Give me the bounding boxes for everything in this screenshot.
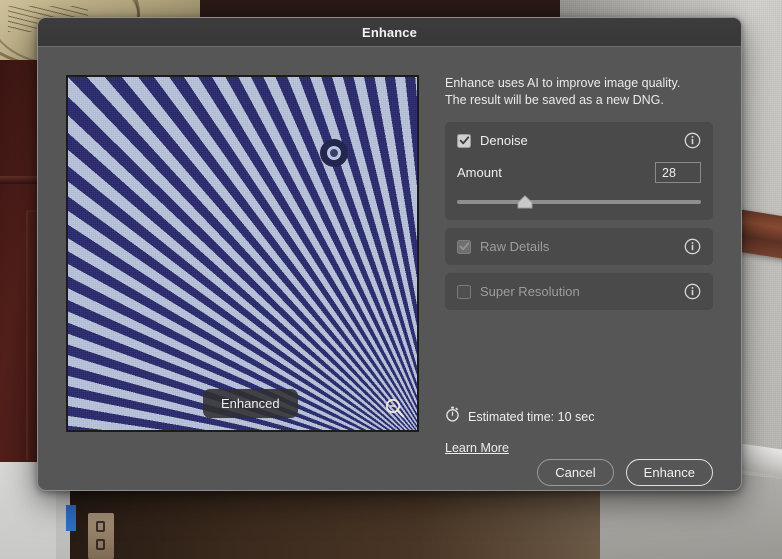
denoise-info-icon[interactable] [684,132,701,149]
denoise-checkbox[interactable] [457,133,471,148]
magnifier-minus-icon[interactable] [383,396,407,420]
amount-slider-track [457,200,701,205]
learn-more-link[interactable]: Learn More [445,441,509,455]
denoise-row: Denoise [457,132,701,149]
raw-details-label: Raw Details [480,239,550,255]
super-resolution-row: Super Resolution [457,283,701,300]
estimated-time-text: Estimated time: 10 sec [468,409,595,424]
amount-slider-thumb[interactable] [517,195,533,209]
dialog-title: Enhance [362,24,417,40]
options-panel: Enhance uses AI to improve image quality… [419,75,713,490]
stopwatch-icon [445,406,460,427]
option-card-denoise: Denoise Amount 28 [445,122,713,221]
enhanced-badge: Enhanced [203,389,298,418]
dialog-button-row: Cancel Enhance [445,459,713,490]
estimated-time-row: Estimated time: 10 sec [445,406,713,427]
option-card-raw-details: Raw Details [445,228,713,266]
preview-noise-texture [68,77,417,430]
super-resolution-info-icon[interactable] [684,283,701,300]
background-blue-marker [66,505,76,531]
raw-details-checkbox [457,239,471,254]
amount-row: Amount 28 [457,162,701,184]
image-preview[interactable]: Enhanced [66,75,419,432]
amount-value-field[interactable]: 28 [655,162,701,184]
outlet-socket-top [96,521,105,532]
dialog-body: Enhanced Enhance uses AI to improve imag… [38,47,741,490]
denoise-label: Denoise [480,133,528,149]
outlet-socket-bottom [96,539,105,550]
cancel-button[interactable]: Cancel [537,459,614,486]
amount-slider[interactable] [457,194,701,210]
raw-details-row: Raw Details [457,238,701,255]
enhance-dialog: Enhance Enhanced Enhance uses AI to impr… [37,17,742,491]
enhance-button[interactable]: Enhance [625,459,713,486]
dialog-description: Enhance uses AI to improve image quality… [445,76,681,107]
option-card-super-resolution: Super Resolution [445,273,713,311]
super-resolution-label: Super Resolution [480,284,580,300]
super-resolution-checkbox [457,284,471,299]
dialog-titlebar: Enhance [38,18,741,47]
amount-label: Amount [457,165,502,181]
background-wall-outlet [88,513,114,559]
raw-details-info-icon[interactable] [684,238,701,255]
preview-center-ring [327,146,341,160]
